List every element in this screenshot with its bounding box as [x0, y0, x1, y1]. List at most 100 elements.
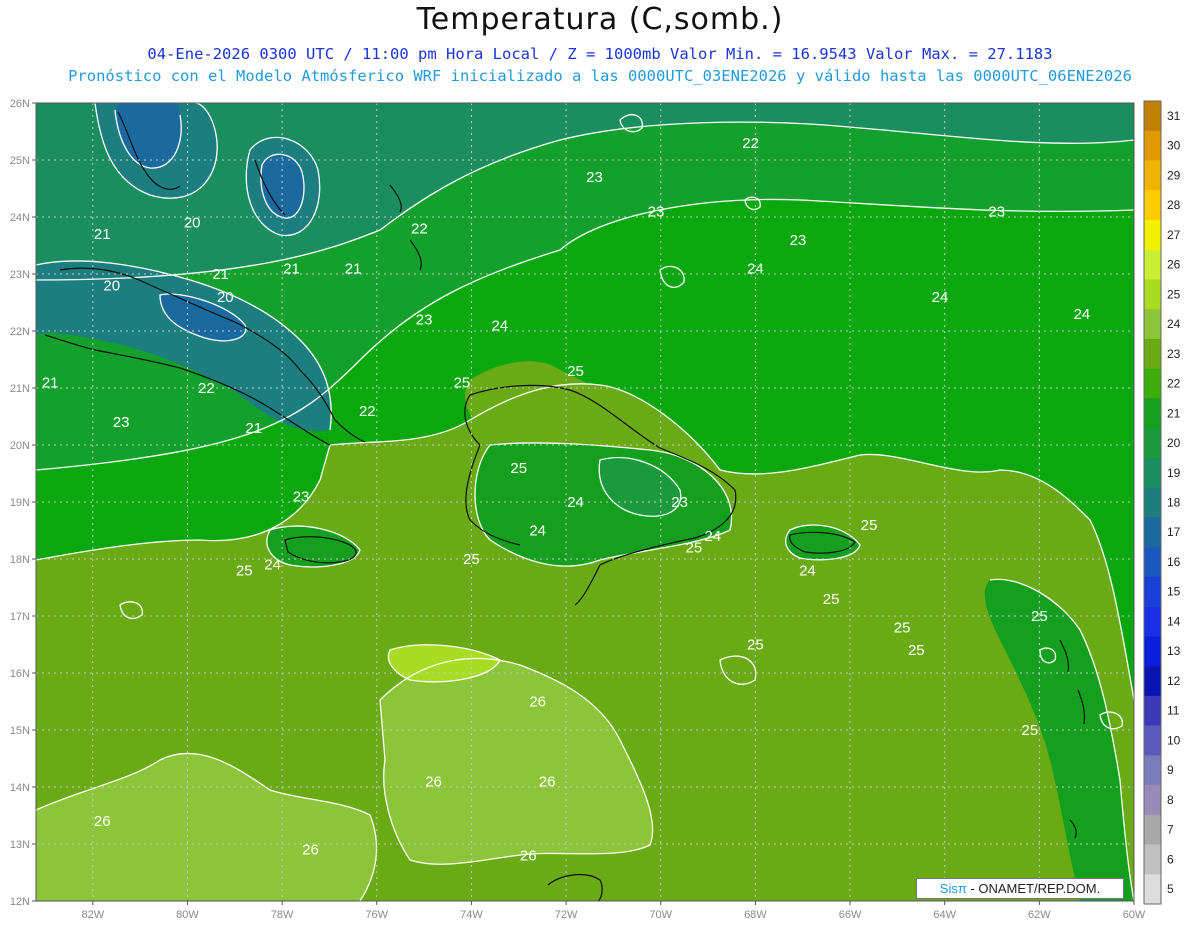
colorbar-label: 10: [1167, 733, 1181, 747]
colorbar-label: 11: [1167, 704, 1180, 718]
isotherm-label: 25: [894, 619, 911, 636]
lat-label: 16N: [10, 668, 30, 680]
colorbar-swatch: [1144, 844, 1161, 875]
colorbar-swatch: [1144, 309, 1161, 340]
colorbar-label: 8: [1167, 793, 1174, 807]
isotherm-label: 26: [539, 773, 556, 790]
colorbar-swatch: [1144, 368, 1161, 399]
colorbar-swatch: [1144, 695, 1161, 726]
lon-label: 76W: [365, 909, 388, 921]
lon-label: 80W: [176, 909, 199, 921]
colorbar-swatch: [1144, 547, 1161, 578]
lat-label: 19N: [10, 497, 30, 509]
colorbar-swatch: [1144, 636, 1161, 667]
isotherm-label: 24: [932, 289, 949, 306]
colorbar-swatch: [1144, 457, 1161, 488]
colorbar-label: 23: [1167, 347, 1181, 361]
credit-box: Sisπ - ONAMET/REP.DOM.: [916, 878, 1124, 899]
isotherm-label: 26: [94, 813, 111, 830]
colorbar: 31 30 29 28 27 26 25 24 23 22 21 20 19 18 17 16 15 14 13 12…: [1143, 100, 1181, 905]
lat-label: 12N: [10, 896, 30, 908]
isotherm-label: 24: [1074, 306, 1091, 323]
colorbar-swatch: [1144, 160, 1161, 191]
isotherm-label: 24: [704, 528, 721, 545]
colorbar-swatch: [1144, 814, 1161, 845]
lon-label: 64W: [933, 909, 956, 921]
isotherm-label: 25: [463, 551, 480, 568]
isotherm-label: 21: [212, 266, 229, 283]
colorbar-label: 9: [1167, 763, 1174, 777]
temperature-field: [36, 103, 1134, 901]
latitude-labels: 26N 25N 24N 23N 22N 21N 20N 19N 18N 17N 16N 15N 14N 1…: [10, 98, 36, 908]
isotherm-label: 20: [103, 277, 120, 294]
isotherm-label: 20: [184, 215, 201, 232]
lat-label: 20N: [10, 440, 30, 452]
isotherm-label: 20: [217, 289, 234, 306]
isotherm-label: 23: [988, 203, 1005, 220]
colorbar-swatch: [1144, 219, 1161, 251]
isotherm-label: 25: [861, 517, 878, 534]
colorbar-label: 29: [1167, 168, 1181, 182]
isotherm-label: 26: [520, 847, 537, 864]
lat-label: 21N: [10, 383, 30, 395]
isotherm-label: 21: [42, 374, 59, 391]
lon-label: 74W: [460, 909, 483, 921]
colorbar-swatch: [1144, 428, 1161, 459]
colorbar-label: 17: [1167, 525, 1181, 539]
lon-label: 66W: [839, 909, 862, 921]
isotherm-label: 24: [567, 494, 584, 511]
colorbar-swatch: [1144, 398, 1161, 429]
colorbar-swatch: [1144, 249, 1161, 280]
lon-label: 82W: [81, 909, 104, 921]
isotherm-label: 23: [648, 203, 665, 220]
isotherm-label: 25: [1022, 722, 1039, 739]
colorbar-swatch: [1144, 517, 1161, 548]
colorbar-label: 6: [1167, 852, 1174, 866]
isotherm-label: 24: [529, 523, 546, 540]
longitude-labels: 82W 80W 78W 76W 74W 72W 70W 68W 66W 64W 62W 60W: [81, 901, 1146, 921]
colorbar-label: 25: [1167, 287, 1181, 301]
isotherm-label: 22: [198, 380, 215, 397]
lat-label: 22N: [10, 326, 30, 338]
isotherm-label: 23: [586, 169, 603, 186]
isotherm-label: 24: [747, 260, 764, 277]
credit-brand: Sisπ: [939, 881, 967, 896]
isotherm-label: 22: [411, 220, 428, 237]
isotherm-label: 25: [567, 363, 584, 380]
colorbar-label: 5: [1167, 882, 1174, 896]
map-title: Temperatura (C,somb.): [416, 2, 784, 37]
lon-label: 78W: [271, 909, 294, 921]
lon-label: 72W: [555, 909, 578, 921]
isotherm-label: 23: [293, 488, 310, 505]
isotherm-label: 21: [283, 260, 300, 277]
lat-label: 18N: [10, 554, 30, 566]
isotherm-label: 23: [671, 494, 688, 511]
temperature-map: 26N 25N 24N 23N 22N 21N 20N 19N 18N 17N 16N 15N 14N 1…: [10, 98, 1181, 921]
colorbar-label: 31: [1167, 109, 1181, 123]
colorbar-swatch: [1144, 487, 1161, 518]
isotherm-label: 25: [686, 540, 703, 557]
lat-label: 15N: [10, 725, 30, 737]
colorbar-label: 26: [1167, 258, 1181, 272]
colorbar-swatch: [1144, 606, 1161, 637]
colorbar-label: 28: [1167, 198, 1181, 212]
isotherm-label: 22: [359, 403, 376, 420]
credit-text: - ONAMET/REP.DOM.: [966, 881, 1101, 896]
colorbar-label: 15: [1167, 585, 1181, 599]
isotherm-label: 26: [529, 694, 546, 711]
colorbar-swatch: [1144, 101, 1161, 132]
lat-label: 25N: [10, 155, 30, 167]
colorbar-label: 12: [1167, 674, 1181, 688]
lat-label: 14N: [10, 782, 30, 794]
colorbar-label: 18: [1167, 496, 1181, 510]
colorbar-label: 7: [1167, 823, 1174, 837]
colorbar-swatch: [1144, 279, 1161, 310]
lat-label: 17N: [10, 611, 30, 623]
isotherm-label: 25: [823, 591, 840, 608]
isotherm-label: 21: [94, 226, 111, 243]
colorbar-swatch: [1144, 785, 1161, 816]
colorbar-swatch: [1144, 874, 1161, 905]
isotherm-label: 25: [236, 562, 253, 579]
isotherm-label: 24: [491, 317, 508, 334]
isotherm-label: 26: [425, 773, 442, 790]
